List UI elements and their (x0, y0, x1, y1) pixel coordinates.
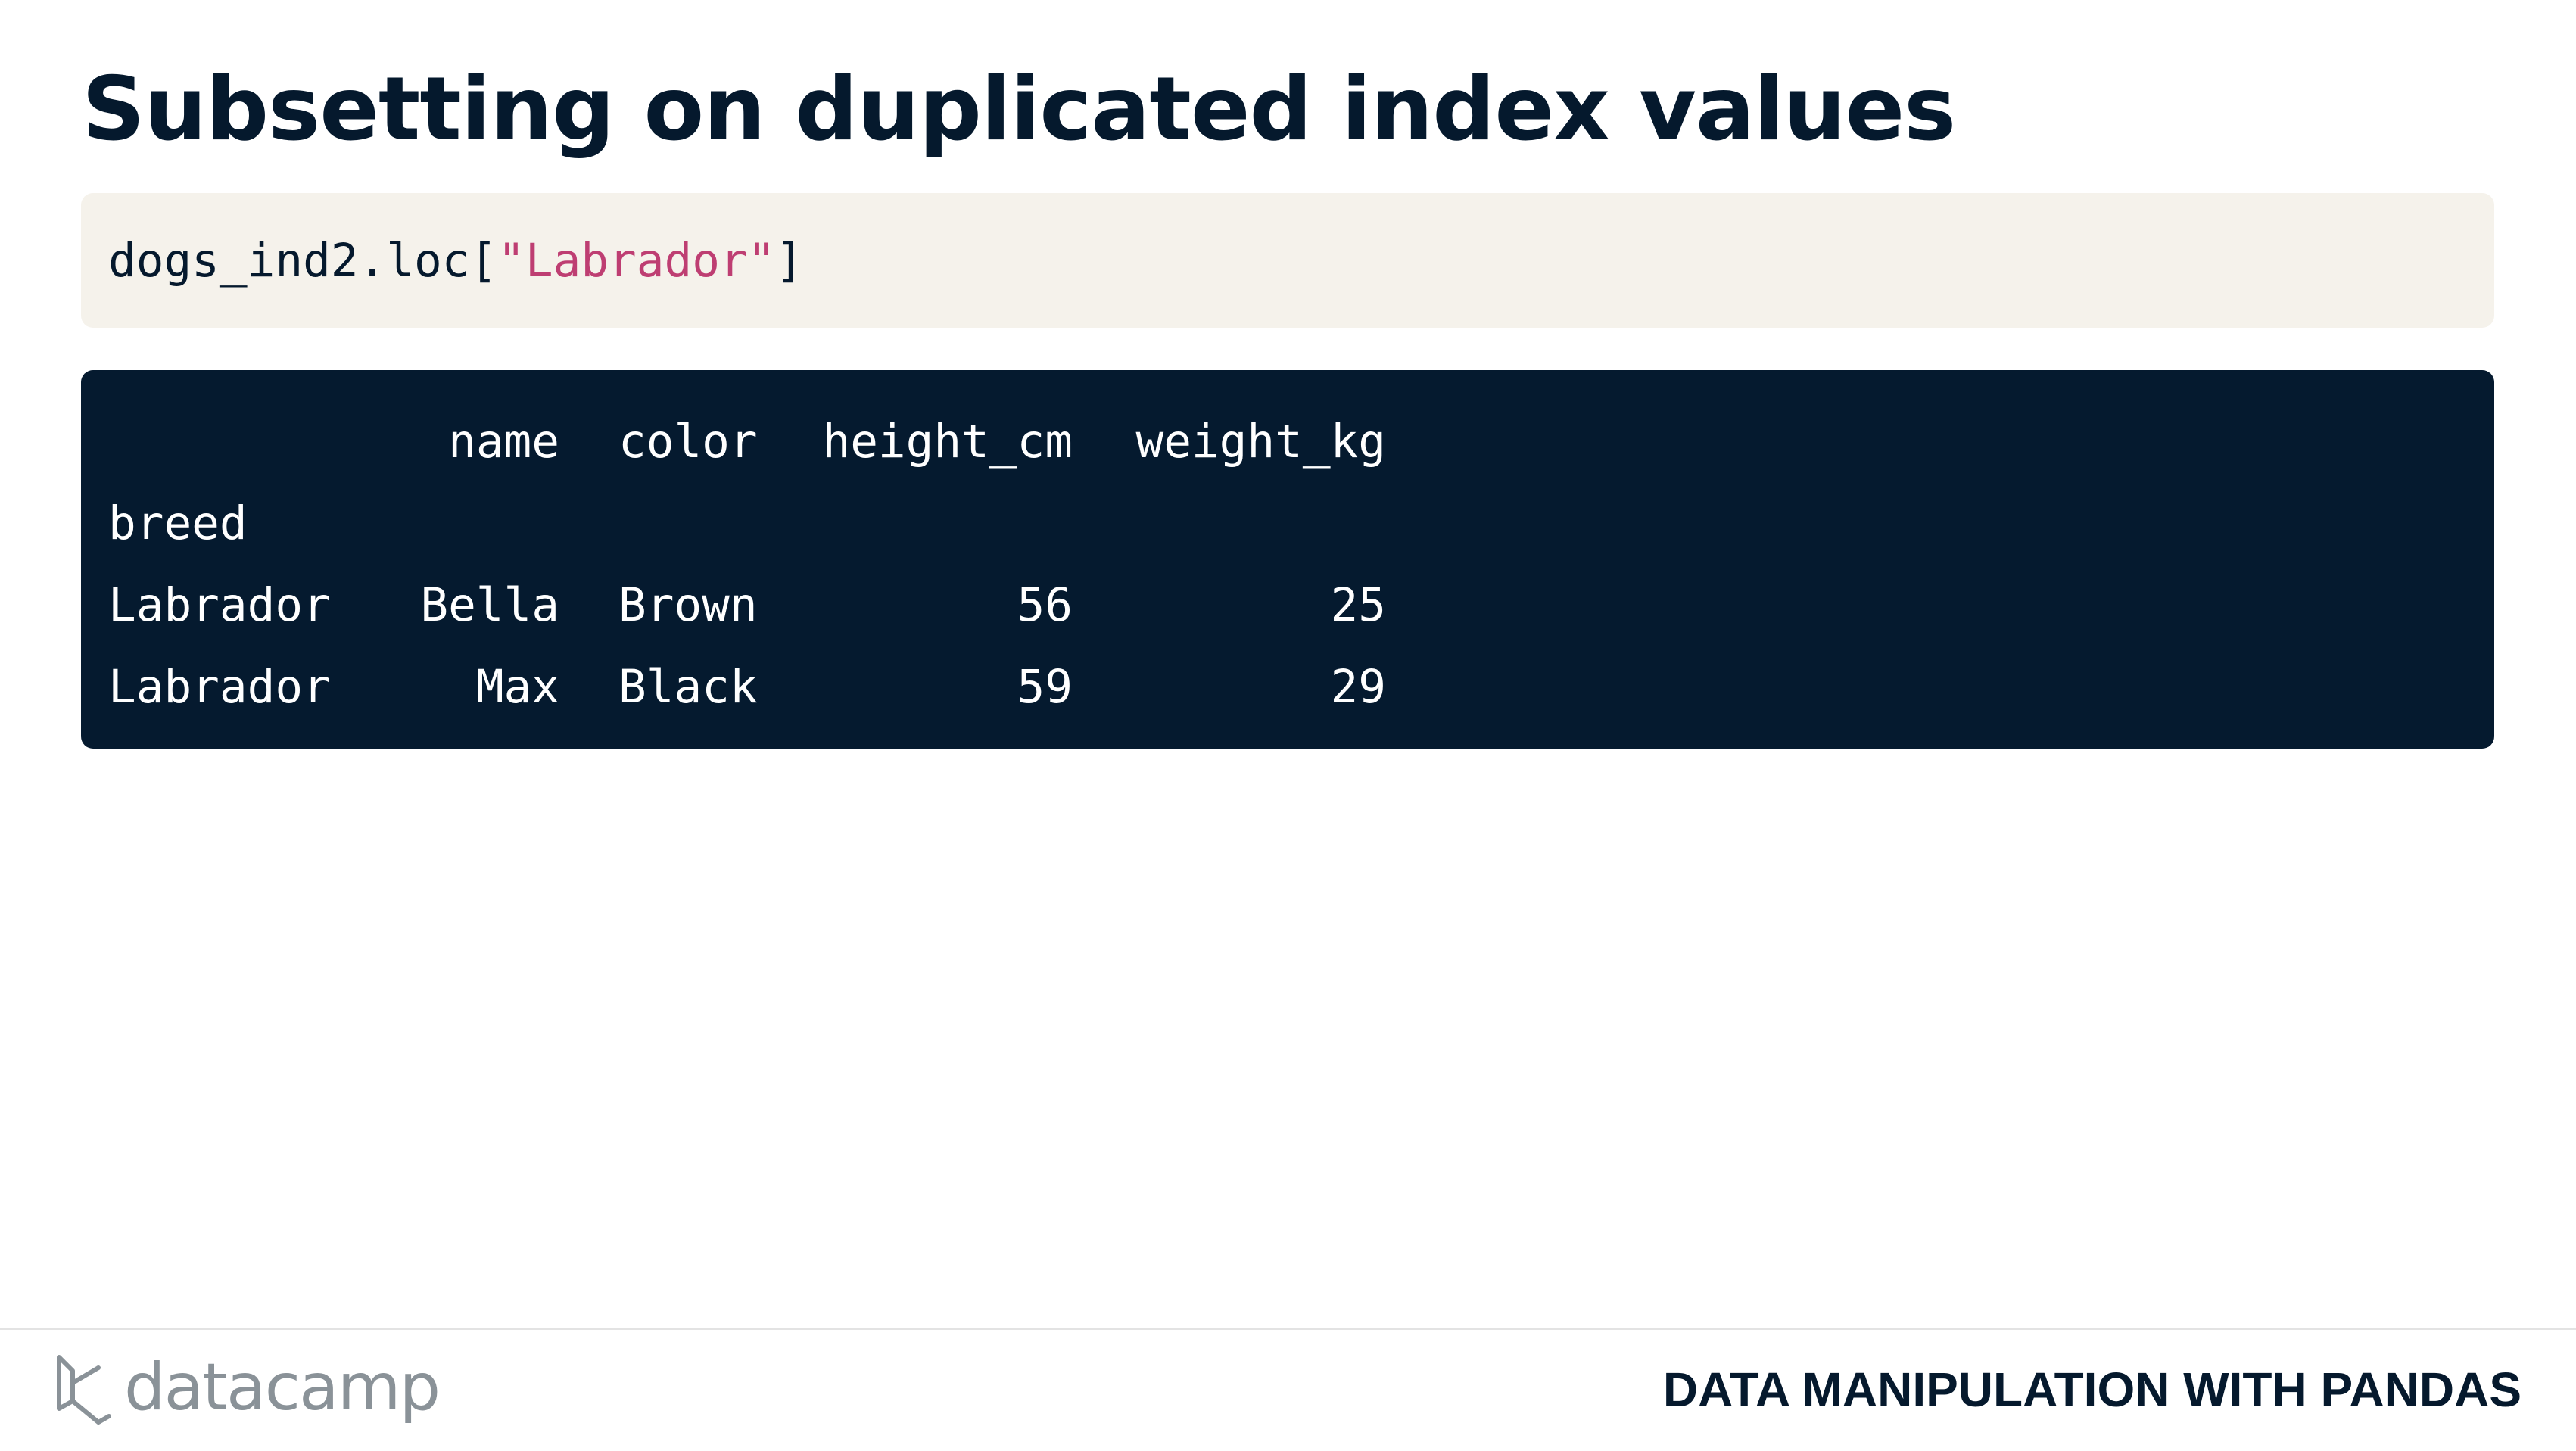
empty-cell (335, 482, 559, 564)
empty-cell (559, 482, 758, 564)
row-index: Labrador (108, 578, 331, 632)
slide-title: Subsetting on duplicated index values (82, 58, 1956, 160)
cell-height: 56 (1017, 578, 1073, 632)
datacamp-logo: datacamp (53, 1349, 441, 1432)
datacamp-wordmark: datacamp (124, 1350, 441, 1425)
code-suffix: ] (775, 233, 804, 288)
empty-cell (1073, 482, 1386, 564)
code-line: dogs_ind2.loc["Labrador"] (108, 234, 803, 288)
code-output-block: name color height_cm weight_kg breed Lab… (81, 370, 2494, 749)
column-header: name (448, 414, 559, 469)
cell-color: Black (618, 659, 758, 714)
empty-cell (758, 482, 1073, 564)
footer-divider (0, 1328, 2576, 1330)
cell-height: 59 (1017, 659, 1073, 714)
course-title: DATA MANIPULATION WITH PANDAS (1662, 1362, 2521, 1417)
datacamp-mark-icon (57, 1355, 111, 1425)
row-index: Labrador (108, 659, 331, 714)
cell-name: Bella (420, 578, 559, 632)
dataframe-output: name color height_cm weight_kg breed Lab… (108, 400, 2467, 727)
code-string-literal: "Labrador" (497, 233, 776, 288)
index-name: breed (108, 496, 248, 550)
column-header: color (618, 414, 758, 469)
cell-color: Brown (618, 578, 758, 632)
header-index-blank (108, 400, 335, 482)
code-prefix: dogs_ind2.loc[ (108, 233, 498, 288)
code-input-block: dogs_ind2.loc["Labrador"] (81, 193, 2494, 328)
column-header: height_cm (822, 414, 1073, 469)
cell-weight: 25 (1330, 578, 1386, 632)
cell-weight: 29 (1330, 659, 1386, 714)
cell-name: Max (475, 659, 559, 714)
column-header: weight_kg (1135, 414, 1386, 469)
